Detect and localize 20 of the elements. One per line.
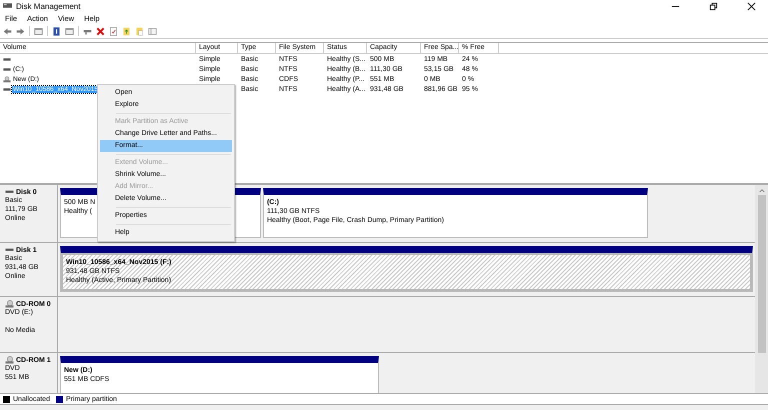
cd-drive-icon	[5, 356, 14, 364]
scrollbar[interactable]	[755, 185, 768, 393]
drive-icon	[3, 2, 12, 10]
drive-icon	[5, 246, 14, 254]
cd-drive-icon	[5, 300, 14, 308]
back-arrow-icon[interactable]	[3, 26, 12, 36]
window-icon[interactable]	[65, 26, 74, 36]
window-icon[interactable]	[148, 26, 157, 36]
restore-icon	[708, 2, 718, 10]
cd-drive-icon	[3, 76, 11, 82]
drive-icon	[3, 86, 11, 92]
delete-icon[interactable]	[96, 26, 105, 36]
forward-arrow-icon[interactable]	[16, 26, 25, 36]
help-icon[interactable]	[52, 26, 61, 36]
checklist-icon[interactable]	[109, 26, 118, 36]
folder-icon[interactable]	[122, 26, 131, 36]
drive-icon	[5, 188, 14, 196]
window-title: Disk Management	[16, 2, 80, 10]
window-icon[interactable]	[34, 26, 43, 36]
close-icon	[746, 2, 756, 10]
